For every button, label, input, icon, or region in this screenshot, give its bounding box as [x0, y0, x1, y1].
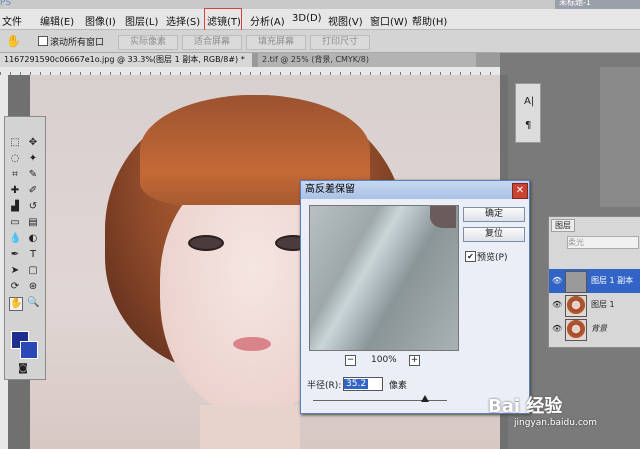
menu-help[interactable]: 帮助(H): [412, 13, 447, 28]
radius-slider-thumb[interactable]: [421, 395, 429, 402]
close-icon[interactable]: ✕: [512, 183, 528, 199]
zoom-in-button[interactable]: +: [409, 355, 420, 366]
menu-image[interactable]: 图像(I): [85, 13, 116, 28]
radius-unit: 像素: [389, 381, 408, 391]
layer-row[interactable]: 👁 背景: [549, 317, 640, 341]
zoom-level: 100%: [371, 355, 397, 365]
layer-name: 图层 1 副本: [591, 276, 634, 285]
watermark-url: jingyan.baidu.com: [514, 418, 598, 428]
menu-analysis[interactable]: 分析(A): [250, 13, 285, 28]
menu-3d[interactable]: 3D(D): [292, 13, 322, 24]
neck-shape: [200, 405, 300, 449]
preview-checkbox[interactable]: ✔: [465, 251, 476, 262]
menu-view[interactable]: 视图(V): [328, 13, 363, 28]
radius-label: 半径(R):: [307, 381, 342, 391]
magic-wand-icon[interactable]: ✦: [27, 153, 39, 165]
dodge-icon[interactable]: ◐: [27, 233, 39, 245]
filter-preview[interactable]: [309, 205, 459, 351]
document-tab-active[interactable]: 1167291590c06667e1o.jpg @ 33.3%(图层 1 副本,…: [0, 53, 252, 67]
title-strip: [0, 0, 640, 9]
fill-screen-button[interactable]: 填充屏幕: [246, 35, 306, 50]
preview-hair-patch: [430, 206, 456, 228]
3d-orbit-icon[interactable]: ⊛: [27, 281, 39, 293]
workspace-label[interactable]: 未标题-1: [555, 0, 640, 9]
quick-mask-icon[interactable]: ◙: [17, 363, 29, 375]
high-pass-dialog: 高反差保留 ✕ 确定 复位 ✔ 预览(P) − 100% + 半径(R): 35…: [300, 180, 530, 414]
character-icon[interactable]: A|: [524, 96, 534, 107]
visibility-eye-icon[interactable]: 👁: [552, 277, 562, 285]
lips-shape: [233, 337, 271, 351]
scroll-all-windows-checkbox[interactable]: [38, 36, 48, 46]
layer-row[interactable]: 👁 图层 1 副本: [549, 269, 640, 293]
panel-dock: [600, 67, 640, 207]
blur-icon[interactable]: 💧: [9, 233, 21, 245]
healing-icon[interactable]: ✚: [9, 185, 21, 197]
history-brush-icon[interactable]: ↺: [27, 201, 39, 213]
menu-edit[interactable]: 编辑(E): [40, 13, 74, 28]
hand-tool-icon[interactable]: ✋: [9, 297, 23, 311]
gradient-icon[interactable]: ▤: [27, 217, 39, 229]
hand-icon[interactable]: ✋: [6, 34, 21, 48]
visibility-eye-icon[interactable]: 👁: [552, 301, 562, 309]
stamp-icon[interactable]: ▟: [9, 201, 21, 213]
visibility-eye-icon[interactable]: 👁: [552, 325, 562, 333]
scroll-all-windows-label: 滚动所有窗口: [50, 38, 105, 48]
type-icon[interactable]: T: [27, 249, 39, 261]
options-bar: ✋ 滚动所有窗口 实际像素 适合屏幕 填充屏幕 打印尺寸: [0, 30, 640, 53]
shape-icon[interactable]: ▢: [27, 265, 39, 277]
layer-thumbnail: [565, 319, 587, 341]
layers-tab[interactable]: 图层: [551, 219, 575, 232]
document-tabbar: 1167291590c06667e1o.jpg @ 33.3%(图层 1 副本,…: [0, 53, 500, 67]
dialog-title: 高反差保留: [305, 184, 355, 195]
paragraph-icon[interactable]: ¶: [525, 120, 531, 131]
print-size-button[interactable]: 打印尺寸: [310, 35, 370, 50]
menu-select[interactable]: 选择(S): [166, 13, 200, 28]
ok-button[interactable]: 确定: [463, 207, 525, 222]
menubar: 文件 编辑(E) 图像(I) 图层(L) 选择(S) 滤镜(T) 分析(A) 3…: [0, 9, 640, 30]
menu-layer[interactable]: 图层(L): [125, 13, 158, 28]
lasso-icon[interactable]: ◌: [9, 153, 21, 165]
preview-label: 预览(P): [477, 253, 508, 263]
background-color-swatch[interactable]: [20, 341, 38, 359]
eraser-icon[interactable]: ▭: [9, 217, 21, 229]
marquee-icon[interactable]: ⬚: [9, 137, 21, 149]
horizontal-ruler: [0, 67, 500, 75]
move-icon[interactable]: ✥: [27, 137, 39, 149]
layer-thumbnail: [565, 271, 587, 293]
radius-input[interactable]: 35.2: [343, 377, 383, 391]
layer-name: 图层 1: [591, 300, 615, 309]
path-select-icon[interactable]: ➤: [9, 265, 21, 277]
menu-file[interactable]: 文件: [2, 13, 22, 28]
left-eye-shape: [188, 235, 224, 251]
pen-icon[interactable]: ✒: [9, 249, 21, 261]
document-tab[interactable]: 2.tif @ 25% (背景, CMYK/8): [258, 53, 476, 67]
brush-icon[interactable]: ✐: [27, 185, 39, 197]
fit-screen-button[interactable]: 适合屏幕: [182, 35, 242, 50]
layers-panel: 图层 柔光 👁 图层 1 副本 👁 图层 1 👁 背景: [548, 216, 640, 348]
baidu-watermark: Bai 经验: [488, 396, 563, 417]
toolbox: ⬚ ✥ ◌ ✦ ⌗ ✎ ✚ ✐ ▟ ↺ ▭ ▤ 💧 ◐ ✒ T ➤ ▢ ⟳ ⊛ …: [4, 116, 46, 380]
zoom-icon[interactable]: 🔍: [27, 297, 39, 309]
reset-button[interactable]: 复位: [463, 227, 525, 242]
zoom-out-button[interactable]: −: [345, 355, 356, 366]
app-logo: PS: [0, 0, 12, 8]
crop-icon[interactable]: ⌗: [9, 169, 21, 181]
actual-pixels-button[interactable]: 实际像素: [118, 35, 178, 50]
dialog-titlebar[interactable]: 高反差保留: [301, 181, 529, 199]
layer-row[interactable]: 👁 图层 1: [549, 293, 640, 317]
layer-name: 背景: [591, 324, 607, 333]
blend-mode-select[interactable]: 柔光: [567, 236, 639, 249]
character-panel[interactable]: A| ¶: [515, 83, 541, 143]
layer-thumbnail: [565, 295, 587, 317]
menu-window[interactable]: 窗口(W): [370, 13, 408, 28]
3d-rotate-icon[interactable]: ⟳: [9, 281, 21, 293]
eyedropper-icon[interactable]: ✎: [27, 169, 39, 181]
